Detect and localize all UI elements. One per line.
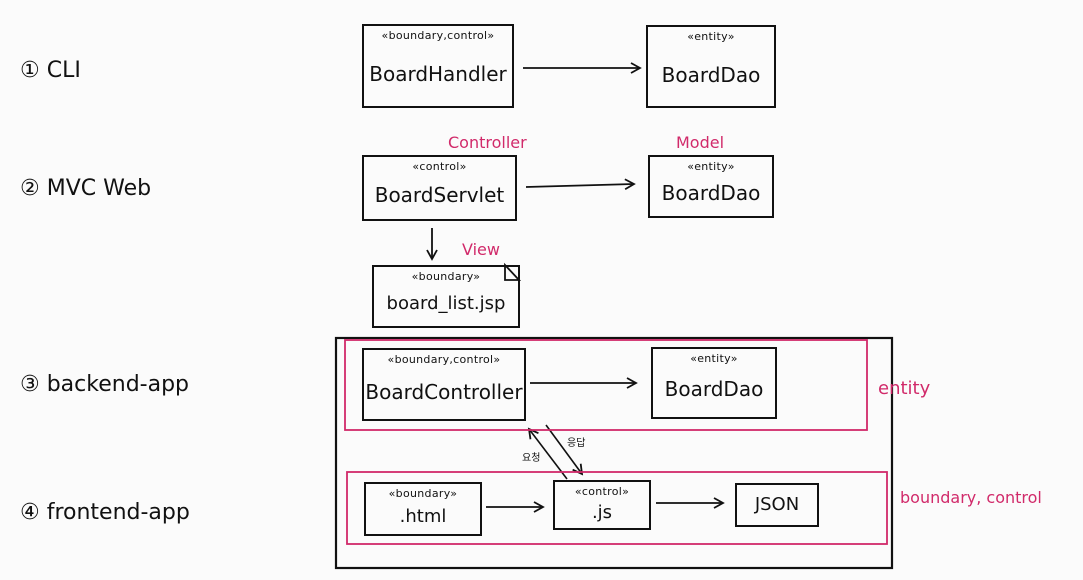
js-box: «control» .js: [553, 480, 651, 530]
row-label-mvc-web: ② MVC Web: [20, 176, 152, 201]
board-handler-box: «boundary,control» BoardHandler: [362, 24, 514, 108]
json-box: JSON: [735, 483, 819, 527]
board-servlet-box: «control» BoardServlet: [362, 155, 517, 221]
cli-board-dao-box: «entity» BoardDao: [646, 25, 776, 108]
board-servlet-name: BoardServlet: [374, 183, 505, 207]
js-name: .js: [591, 502, 613, 523]
row-label-backend-app: ③ backend-app: [20, 372, 190, 397]
backend-board-dao-stereotype: «entity»: [690, 352, 738, 365]
row-label-frontend-app: ④ frontend-app: [20, 500, 190, 525]
mvc-board-dao-box: «entity» BoardDao: [648, 155, 774, 218]
board-list-jsp-name: board_list.jsp: [386, 293, 506, 314]
board-controller-stereotype: «boundary,control»: [387, 353, 501, 366]
mvc-board-dao-name: BoardDao: [661, 181, 761, 205]
board-list-jsp-stereotype: «boundary»: [411, 270, 481, 283]
entity-group-note: entity: [878, 378, 931, 399]
row-label-cli: ① CLI: [20, 58, 81, 83]
board-list-jsp-box: «boundary» board_list.jsp: [372, 265, 520, 328]
board-servlet-stereotype: «control»: [412, 160, 467, 173]
backend-board-dao-name: BoardDao: [664, 377, 764, 401]
board-handler-stereotype: «boundary,control»: [381, 29, 495, 42]
board-controller-name: BoardController: [365, 380, 523, 404]
response-label: 응답: [567, 438, 586, 449]
html-name: .html: [399, 506, 447, 527]
cli-board-dao-stereotype: «entity»: [687, 30, 735, 43]
cli-board-dao-name: BoardDao: [661, 63, 761, 87]
view-note: View: [462, 240, 500, 259]
arrow-servlet-to-dao: [525, 178, 636, 191]
boundary-control-group-note: boundary, control: [900, 488, 1042, 507]
board-handler-name: BoardHandler: [369, 62, 507, 86]
html-stereotype: «boundary»: [388, 487, 458, 500]
arrow-response: [545, 424, 584, 476]
backend-board-dao-box: «entity» BoardDao: [651, 347, 777, 419]
json-name: JSON: [754, 494, 800, 515]
mvc-board-dao-stereotype: «entity»: [687, 160, 735, 173]
js-stereotype: «control»: [574, 485, 630, 498]
model-note: Model: [676, 133, 725, 152]
diagram-canvas: ① CLI ② MVC Web ③ backend-app ④ frontend…: [0, 0, 1083, 580]
controller-note: Controller: [448, 133, 527, 152]
html-box: «boundary» .html: [364, 482, 482, 536]
request-label: 요청: [522, 453, 541, 464]
board-controller-box: «boundary,control» BoardController: [362, 348, 526, 421]
